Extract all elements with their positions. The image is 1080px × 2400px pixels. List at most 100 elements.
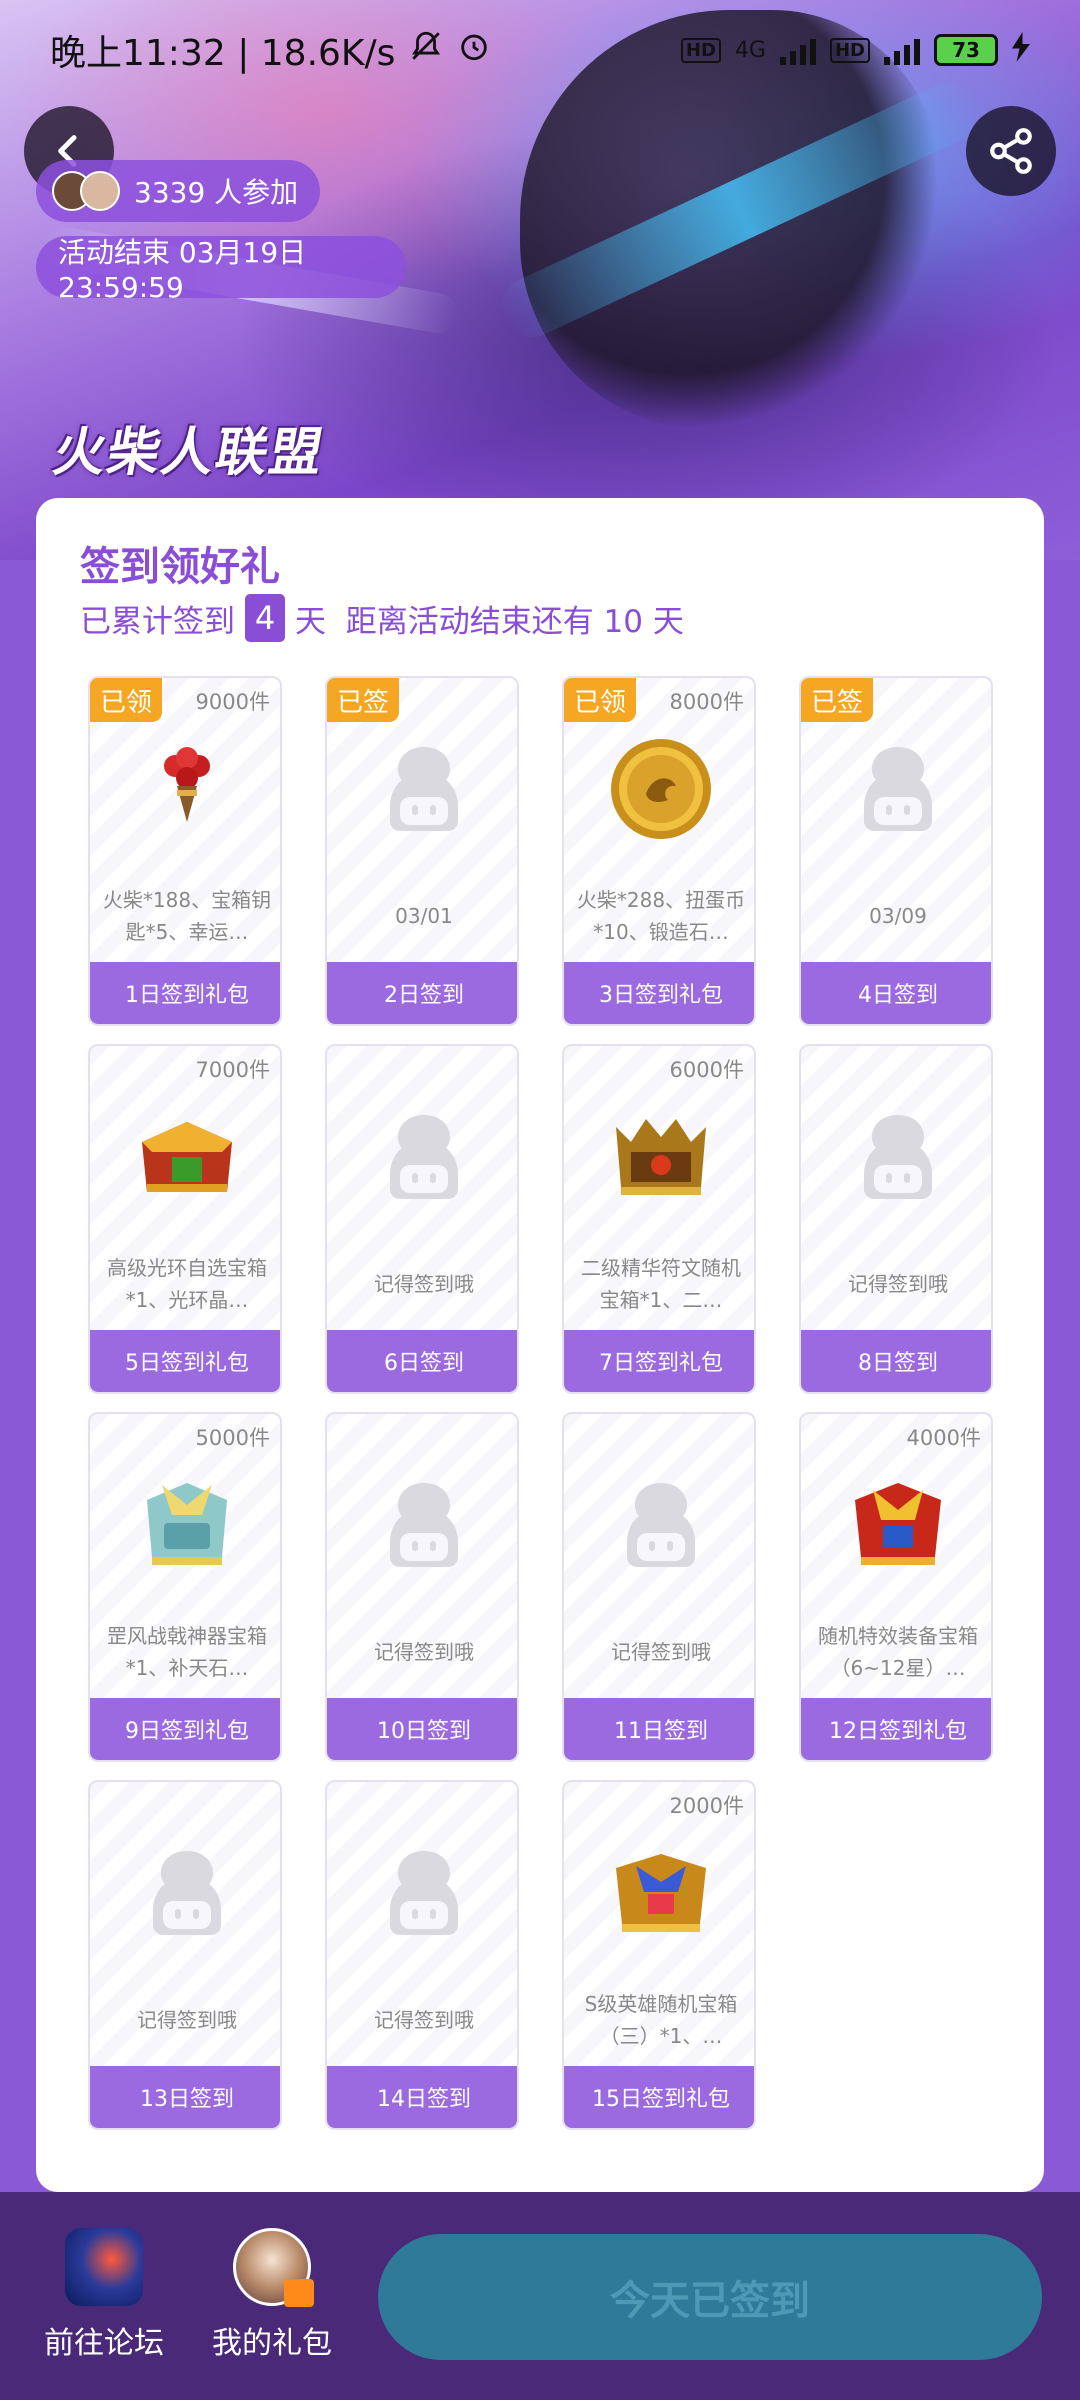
share-button[interactable] <box>966 106 1056 196</box>
reward-tile-day-11[interactable]: 记得签到哦 11日签到 <box>562 1412 756 1762</box>
participants-pill: 3339 人参加 <box>36 160 321 222</box>
reward-tile-day-6[interactable]: 记得签到哦 6日签到 <box>325 1044 519 1394</box>
reward-tile-day-1[interactable]: 已领 9000件 火柴*188、宝箱钥匙*5、幸运… 1日签到礼包 <box>88 676 282 1026</box>
charging-icon <box>1012 32 1030 68</box>
reward-description: 火柴*188、宝箱钥匙*5、幸运… <box>102 888 272 944</box>
reward-tile-day-12[interactable]: 4000件随机特效装备宝箱（6~12星）… 12日签到礼包 <box>799 1412 993 1762</box>
gift-box-icon <box>284 2279 314 2307</box>
avatar <box>80 171 120 211</box>
reward-stock-count: 6000件 <box>669 1058 744 1082</box>
reward-description: 罡风战戟神器宝箱*1、补天石… <box>107 1624 267 1680</box>
end-time-text: 活动结束 03月19日 23:59:59 <box>58 235 307 304</box>
reward-day-label: 10日签到 <box>327 1698 517 1760</box>
artifact-chest-icon <box>90 1470 280 1580</box>
signin-card: 签到领好礼 已累计签到 4 天 距离活动结束还有 10 天 已领 9000件 火柴*… <box>36 498 1044 2192</box>
forum-button[interactable]: 前往论坛 <box>34 2228 174 2362</box>
rune-chest-icon <box>564 1102 754 1212</box>
reward-day-label: 14日签到 <box>327 2066 517 2128</box>
reward-day-label: 2日签到 <box>327 962 517 1024</box>
reward-stock-count: 2000件 <box>669 1794 744 1818</box>
reward-day-label: 3日签到礼包 <box>564 962 754 1024</box>
reward-tile-day-9[interactable]: 5000件罡风战戟神器宝箱*1、补天石… 9日签到礼包 <box>88 1412 282 1762</box>
claimed-badge: 已签 <box>801 678 873 722</box>
reward-tile-day-2[interactable]: 已签 03/01 2日签到 <box>325 676 519 1026</box>
reward-tile-day-4[interactable]: 已签 03/09 4日签到 <box>799 676 993 1026</box>
battery-icon: 73 <box>934 34 998 66</box>
mascot-placeholder-icon <box>327 1470 517 1580</box>
reward-day-label: 1日签到礼包 <box>90 962 280 1024</box>
mascot-placeholder-icon <box>327 1838 517 1948</box>
reward-day-label: 15日签到礼包 <box>564 2066 754 2128</box>
reward-description: 记得签到哦 <box>374 2008 474 2032</box>
participants-count: 3339 人参加 <box>134 176 299 209</box>
reward-day-label: 6日签到 <box>327 1330 517 1392</box>
bottom-bar: 前往论坛 我的礼包 今天已签到 <box>0 2192 1080 2400</box>
checked-in-button[interactable]: 今天已签到 <box>378 2234 1042 2360</box>
firework-icon <box>90 734 280 844</box>
reward-stock-count: 8000件 <box>669 690 744 714</box>
forum-game-icon <box>65 2228 143 2306</box>
reward-description: 记得签到哦 <box>137 2008 237 2032</box>
mute-icon <box>409 29 443 72</box>
reward-day-label: 8日签到 <box>801 1330 991 1392</box>
gold-coin-icon <box>564 734 754 844</box>
gift-avatar-icon <box>233 2228 314 2307</box>
mascot-placeholder-icon <box>801 734 991 844</box>
reward-stock-count: 4000件 <box>906 1426 981 1450</box>
reward-description: 记得签到哦 <box>374 1272 474 1296</box>
reward-day-label: 12日签到礼包 <box>801 1698 991 1760</box>
reward-tile-day-8[interactable]: 记得签到哦 8日签到 <box>799 1044 993 1394</box>
alarm-icon <box>457 29 491 72</box>
reward-tile-day-7[interactable]: 6000件二级精华符文随机宝箱*1、二… 7日签到礼包 <box>562 1044 756 1394</box>
my-gifts-button[interactable]: 我的礼包 <box>202 2228 342 2362</box>
treasure-chest-icon <box>90 1102 280 1212</box>
signin-summary: 已累计签到 4 天 距离活动结束还有 10 天 <box>80 594 684 642</box>
signal-icon <box>779 35 816 65</box>
forum-label: 前往论坛 <box>44 2326 164 2361</box>
reward-description: 记得签到哦 <box>374 1640 474 1664</box>
reward-day-label: 4日签到 <box>801 962 991 1024</box>
status-time: 晚上11:32 | 18.6K/s <box>50 33 396 74</box>
reward-tile-day-10[interactable]: 记得签到哦 10日签到 <box>325 1412 519 1762</box>
hd-icon: HD <box>680 37 721 63</box>
reward-day-label: 9日签到礼包 <box>90 1698 280 1760</box>
reward-tile-day-14[interactable]: 记得签到哦 14日签到 <box>325 1780 519 2130</box>
reward-grid: 已领 9000件 火柴*188、宝箱钥匙*5、幸运… 1日签到礼包 已签 03/01 2日签… <box>88 676 993 2130</box>
participant-avatars <box>52 171 120 211</box>
hero-chest-icon <box>564 1838 754 1948</box>
my-gifts-label: 我的礼包 <box>212 2326 332 2361</box>
reward-description: 火柴*288、扭蛋币*10、锻造石… <box>576 888 746 944</box>
reward-description: 高级光环自选宝箱*1、光环晶… <box>107 1256 267 1312</box>
reward-day-label: 5日签到礼包 <box>90 1330 280 1392</box>
signal-icon-2 <box>884 35 920 65</box>
reward-tile-day-3[interactable]: 已领 8000件火柴*288、扭蛋币*10、锻造石… 3日签到礼包 <box>562 676 756 1026</box>
share-icon <box>990 128 1032 174</box>
reward-description: S级英雄随机宝箱（三）*1、… <box>584 1992 738 2048</box>
reward-tile-day-13[interactable]: 记得签到哦 13日签到 <box>88 1780 282 2130</box>
mascot-placeholder-icon <box>327 734 517 844</box>
hd-icon-2: HD <box>829 37 870 63</box>
reward-tile-day-15[interactable]: 2000件 S级英雄随机宝箱（三）*1、… 15日签到礼包 <box>562 1780 756 2130</box>
game-logo: 火柴人联盟 <box>48 422 330 483</box>
end-time-pill: 活动结束 03月19日 23:59:59 <box>36 236 406 304</box>
claimed-badge: 已领 <box>564 678 636 722</box>
signin-prefix: 已累计签到 <box>80 603 235 640</box>
reward-day-label: 13日签到 <box>90 2066 280 2128</box>
reward-day-label: 7日签到礼包 <box>564 1330 754 1392</box>
signin-suffix: 天 距离活动结束还有 10 天 <box>295 603 684 640</box>
reward-description: 随机特效装备宝箱（6~12星）… <box>818 1624 978 1680</box>
network-label: 4G <box>734 37 766 63</box>
signin-days: 4 <box>245 594 285 642</box>
reward-description: 03/09 <box>869 904 927 928</box>
reward-description: 二级精华符文随机宝箱*1、二… <box>581 1256 741 1312</box>
reward-description: 记得签到哦 <box>611 1640 711 1664</box>
mascot-placeholder-icon <box>90 1838 280 1948</box>
reward-stock-count: 5000件 <box>195 1426 270 1450</box>
reward-description: 03/01 <box>395 904 453 928</box>
reward-tile-day-5[interactable]: 7000件高级光环自选宝箱*1、光环晶… 5日签到礼包 <box>88 1044 282 1394</box>
reward-stock-count: 7000件 <box>195 1058 270 1082</box>
mascot-placeholder-icon <box>564 1470 754 1580</box>
mascot-placeholder-icon <box>327 1102 517 1212</box>
reward-day-label: 11日签到 <box>564 1698 754 1760</box>
signin-title: 签到领好礼 <box>80 544 280 590</box>
